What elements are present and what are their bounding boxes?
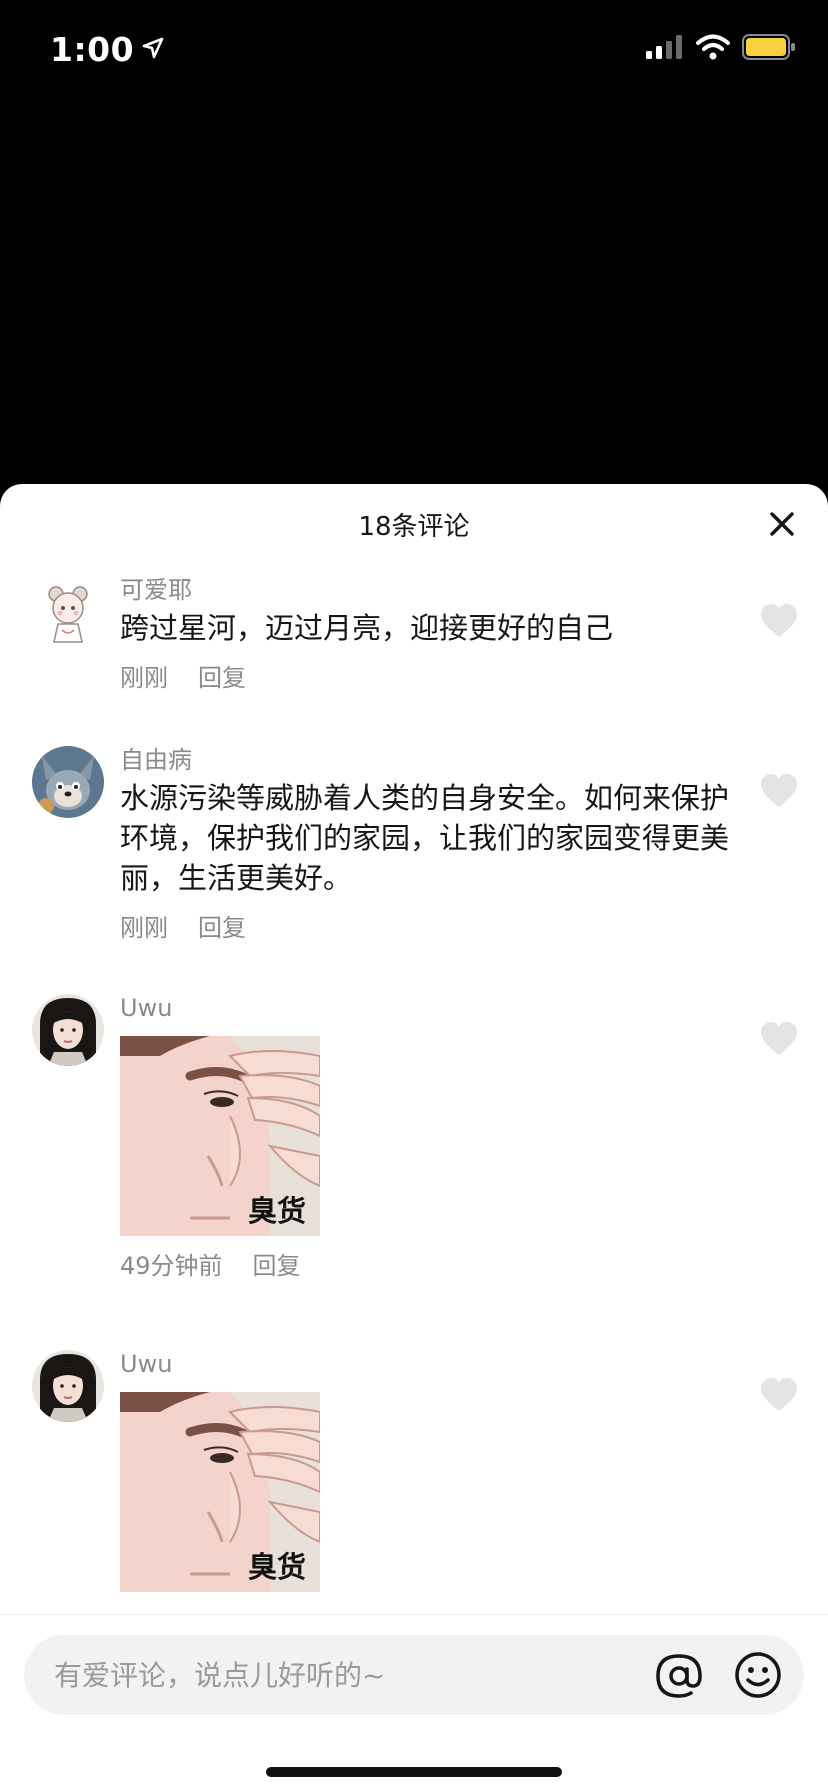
comment-author[interactable]: Uwu xyxy=(120,1348,740,1380)
comment-sticker-image[interactable]: 臭货 xyxy=(120,1036,320,1236)
comment-body: Uwu xyxy=(120,1348,740,1592)
comment-input[interactable] xyxy=(54,1635,654,1715)
avatar[interactable] xyxy=(32,994,104,1066)
comment-meta: 刚刚 回复 xyxy=(120,662,740,694)
comment-meta: 49分钟前 回复 xyxy=(120,1250,740,1282)
avatar[interactable] xyxy=(32,746,104,818)
comment-author[interactable]: Uwu xyxy=(120,992,740,1024)
sticker-caption: 臭货 xyxy=(247,1550,306,1584)
comment-time: 49分钟前 xyxy=(120,1252,223,1280)
comment-input-container[interactable] xyxy=(24,1635,804,1715)
like-button[interactable] xyxy=(760,1022,798,1056)
comment-author[interactable]: 自由病 xyxy=(120,744,740,776)
mention-button[interactable] xyxy=(654,1651,704,1701)
like-button[interactable] xyxy=(760,1378,798,1412)
battery-icon xyxy=(742,34,796,64)
heart-icon xyxy=(761,1022,797,1055)
avatar[interactable] xyxy=(32,1350,104,1422)
close-icon xyxy=(770,512,794,536)
cellular-signal-icon xyxy=(646,35,684,63)
heart-icon xyxy=(761,774,797,807)
like-button[interactable] xyxy=(760,604,798,638)
reply-button[interactable]: 回复 xyxy=(198,664,246,692)
wifi-icon xyxy=(696,34,730,64)
close-button[interactable] xyxy=(766,508,798,540)
comment-meta: 刚刚 回复 xyxy=(120,912,740,944)
status-time-text: 1:00 xyxy=(50,30,135,69)
comment-item: 自由病 水源污染等威胁着人类的自身安全。如何来保护环境，保护我们的家园，让我们的… xyxy=(0,734,828,982)
comment-text: 水源污染等威胁着人类的自身安全。如何来保护环境，保护我们的家园，让我们的家园变得… xyxy=(120,781,730,895)
smiley-icon xyxy=(735,1652,781,1698)
home-indicator[interactable] xyxy=(266,1767,562,1777)
heart-icon xyxy=(761,604,797,637)
reply-button[interactable]: 回复 xyxy=(198,914,246,942)
comment-body: Uwu xyxy=(120,992,740,1282)
comment-body: 可爱耶 跨过星河，迈过月亮，迎接更好的自己 刚刚 回复 xyxy=(120,574,740,694)
avatar[interactable] xyxy=(32,576,104,648)
comment-body: 自由病 水源污染等威胁着人类的自身安全。如何来保护环境，保护我们的家园，让我们的… xyxy=(120,744,740,944)
sheet-header: 18条评论 xyxy=(0,484,828,564)
comment-sticker-image[interactable]: 臭货 xyxy=(120,1392,320,1592)
status-time: 1:00 xyxy=(50,28,164,69)
emoji-button[interactable] xyxy=(734,1651,782,1699)
comment-time: 刚刚 xyxy=(120,914,168,942)
status-bar: 1:00 xyxy=(0,0,828,100)
like-button[interactable] xyxy=(760,774,798,808)
comment-input-bar xyxy=(0,1614,828,1792)
sheet-title: 18条评论 xyxy=(358,512,470,542)
comment-list[interactable]: 可爱耶 跨过星河，迈过月亮，迎接更好的自己 刚刚 回复 自由病 水源污染等威胁着… xyxy=(0,564,828,1697)
heart-icon xyxy=(761,1378,797,1411)
comment-text: 跨过星河，迈过月亮，迎接更好的自己 xyxy=(120,611,614,645)
comment-item: 可爱耶 跨过星河，迈过月亮，迎接更好的自己 刚刚 回复 xyxy=(0,564,828,734)
comment-author[interactable]: 可爱耶 xyxy=(120,574,740,606)
sticker-caption: 臭货 xyxy=(247,1194,306,1228)
comment-time: 刚刚 xyxy=(120,664,168,692)
comment-item: Uwu xyxy=(0,982,828,1340)
status-icons xyxy=(646,34,796,64)
location-arrow-icon xyxy=(142,28,164,67)
at-sign-icon xyxy=(656,1654,702,1698)
comments-sheet: 18条评论 可爱耶 跨过星河，迈过月亮，迎接更好的自己 刚刚 回复 自由病 水源… xyxy=(0,484,828,1792)
reply-button[interactable]: 回复 xyxy=(253,1252,301,1280)
